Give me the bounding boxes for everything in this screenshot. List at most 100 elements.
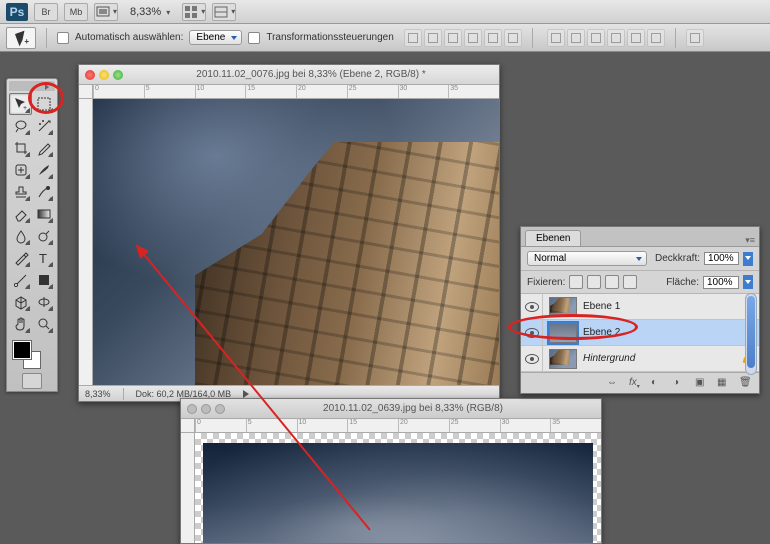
lock-transparency-icon[interactable] — [569, 275, 583, 289]
align-top-icon[interactable] — [404, 29, 422, 47]
add-adjustment-icon[interactable]: ◑ — [673, 377, 687, 389]
gradient-tool[interactable] — [32, 203, 55, 225]
horizontal-ruler[interactable]: 05101520253035 — [181, 419, 601, 433]
shape-tool[interactable] — [32, 269, 55, 291]
ruler-tick: 25 — [449, 419, 500, 432]
distribute-top-icon[interactable] — [547, 29, 565, 47]
new-layer-icon[interactable]: ▦ — [717, 377, 731, 389]
visibility-toggle[interactable] — [521, 346, 543, 371]
distribute-vcenter-icon[interactable] — [567, 29, 585, 47]
lasso-tool[interactable] — [9, 115, 32, 137]
layer-row[interactable]: Ebene 2 — [521, 320, 759, 346]
foreground-color-swatch[interactable] — [13, 341, 31, 359]
status-zoom[interactable]: 8,33% — [85, 389, 111, 399]
visibility-toggle[interactable] — [521, 320, 543, 345]
document-titlebar[interactable]: 2010.11.02_0076.jpg bei 8,33% (Ebene 2, … — [79, 65, 499, 85]
hand-tool[interactable] — [9, 313, 32, 335]
align-left-icon[interactable] — [464, 29, 482, 47]
eyedropper-tool[interactable] — [32, 137, 55, 159]
minimize-window-icon[interactable] — [99, 70, 109, 80]
3d-tool[interactable] — [9, 291, 32, 313]
document-canvas[interactable] — [195, 433, 601, 543]
arrange-documents-button[interactable]: ▾ — [182, 3, 206, 21]
panel-menu-icon[interactable]: ▾≡ — [745, 235, 755, 246]
pen-tool[interactable] — [9, 247, 32, 269]
vertical-ruler[interactable] — [181, 433, 195, 543]
layer-thumbnail[interactable] — [549, 297, 577, 317]
type-tool[interactable]: T — [32, 247, 55, 269]
layer-name[interactable]: Ebene 1 — [583, 301, 620, 312]
align-vcenter-icon[interactable] — [424, 29, 442, 47]
horizontal-ruler[interactable]: 05101520253035 — [79, 85, 499, 99]
vertical-ruler[interactable] — [79, 99, 93, 385]
stamp-tool[interactable] — [9, 181, 32, 203]
move-tool[interactable]: + — [9, 93, 32, 115]
zoom-window-icon[interactable] — [215, 404, 225, 414]
show-transform-checkbox[interactable] — [248, 32, 260, 44]
crop-tool[interactable] — [9, 137, 32, 159]
fill-flyout-icon[interactable] — [743, 275, 753, 289]
layers-scrollbar[interactable] — [745, 293, 757, 375]
wand-tool[interactable] — [32, 115, 55, 137]
bridge-button[interactable]: Br — [34, 3, 58, 21]
layer-row[interactable]: Ebene 1 — [521, 294, 759, 320]
document-titlebar[interactable]: 2010.11.02_0639.jpg bei 8,33% (RGB/8) — [181, 399, 601, 419]
document-canvas[interactable] — [93, 99, 499, 385]
layer-name[interactable]: Ebene 2 — [583, 327, 620, 338]
layer-fx-icon[interactable]: fx▾ — [629, 377, 643, 389]
minibridge-button[interactable]: Mb — [64, 3, 88, 21]
distribute-right-icon[interactable] — [647, 29, 665, 47]
screen-mode-button[interactable]: ▾ — [94, 3, 118, 21]
toolbox-panel: +T — [6, 78, 58, 392]
close-window-icon[interactable] — [85, 70, 95, 80]
history-tool[interactable] — [32, 181, 55, 203]
add-mask-icon[interactable]: ◐ — [651, 377, 665, 389]
fill-field[interactable]: 100% — [703, 276, 739, 289]
layer-row[interactable]: Hintergrund🔒 — [521, 346, 759, 372]
3dcam-tool[interactable] — [32, 291, 55, 313]
view-extras-button[interactable]: ▾ — [212, 3, 236, 21]
marquee-icon — [36, 96, 52, 112]
tab-layers[interactable]: Ebenen — [525, 230, 581, 246]
zoom-window-icon[interactable] — [113, 70, 123, 80]
marquee-tool[interactable] — [32, 93, 55, 115]
visibility-toggle[interactable] — [521, 294, 543, 319]
toolbox-grip[interactable] — [9, 81, 55, 91]
heal-tool[interactable] — [9, 159, 32, 181]
color-swatches[interactable] — [9, 339, 57, 369]
align-hcenter-icon[interactable] — [484, 29, 502, 47]
auto-align-button[interactable] — [686, 29, 704, 47]
align-bottom-icon[interactable] — [444, 29, 462, 47]
align-right-icon[interactable] — [504, 29, 522, 47]
eraser-tool[interactable] — [9, 203, 32, 225]
blur-tool[interactable] — [9, 225, 32, 247]
layer-thumbnail[interactable] — [549, 323, 577, 343]
link-layers-icon[interactable]: ⇔ — [607, 377, 621, 389]
lock-all-icon[interactable] — [623, 275, 637, 289]
layer-name[interactable]: Hintergrund — [583, 353, 635, 364]
dodge-tool[interactable] — [32, 225, 55, 247]
minimize-window-icon[interactable] — [201, 404, 211, 414]
new-group-icon[interactable]: ▣ — [695, 377, 709, 389]
opacity-flyout-icon[interactable] — [743, 252, 753, 266]
brush-tool[interactable] — [32, 159, 55, 181]
close-window-icon[interactable] — [187, 404, 197, 414]
path-tool[interactable] — [9, 269, 32, 291]
delete-layer-icon[interactable]: 🗑 — [739, 377, 753, 389]
quick-mask-toggle[interactable] — [9, 373, 55, 389]
status-doc-size[interactable]: Dok: 60,2 MB/164,0 MB — [136, 389, 232, 399]
lock-pixels-icon[interactable] — [587, 275, 601, 289]
status-menu-icon[interactable] — [243, 390, 253, 398]
distribute-left-icon[interactable] — [607, 29, 625, 47]
zoom-tool[interactable] — [32, 313, 55, 335]
distribute-hcenter-icon[interactable] — [627, 29, 645, 47]
lock-position-icon[interactable] — [605, 275, 619, 289]
auto-select-target-dropdown[interactable]: Ebene — [189, 30, 242, 45]
blend-mode-dropdown[interactable]: Normal — [527, 251, 647, 266]
zoom-level-readout[interactable]: 8,33% ▾ — [124, 6, 176, 18]
opacity-field[interactable]: 100% — [704, 252, 739, 265]
auto-select-checkbox[interactable] — [57, 32, 69, 44]
distribute-bottom-icon[interactable] — [587, 29, 605, 47]
current-tool-indicator[interactable]: + — [6, 27, 36, 49]
layer-thumbnail[interactable] — [549, 349, 577, 369]
